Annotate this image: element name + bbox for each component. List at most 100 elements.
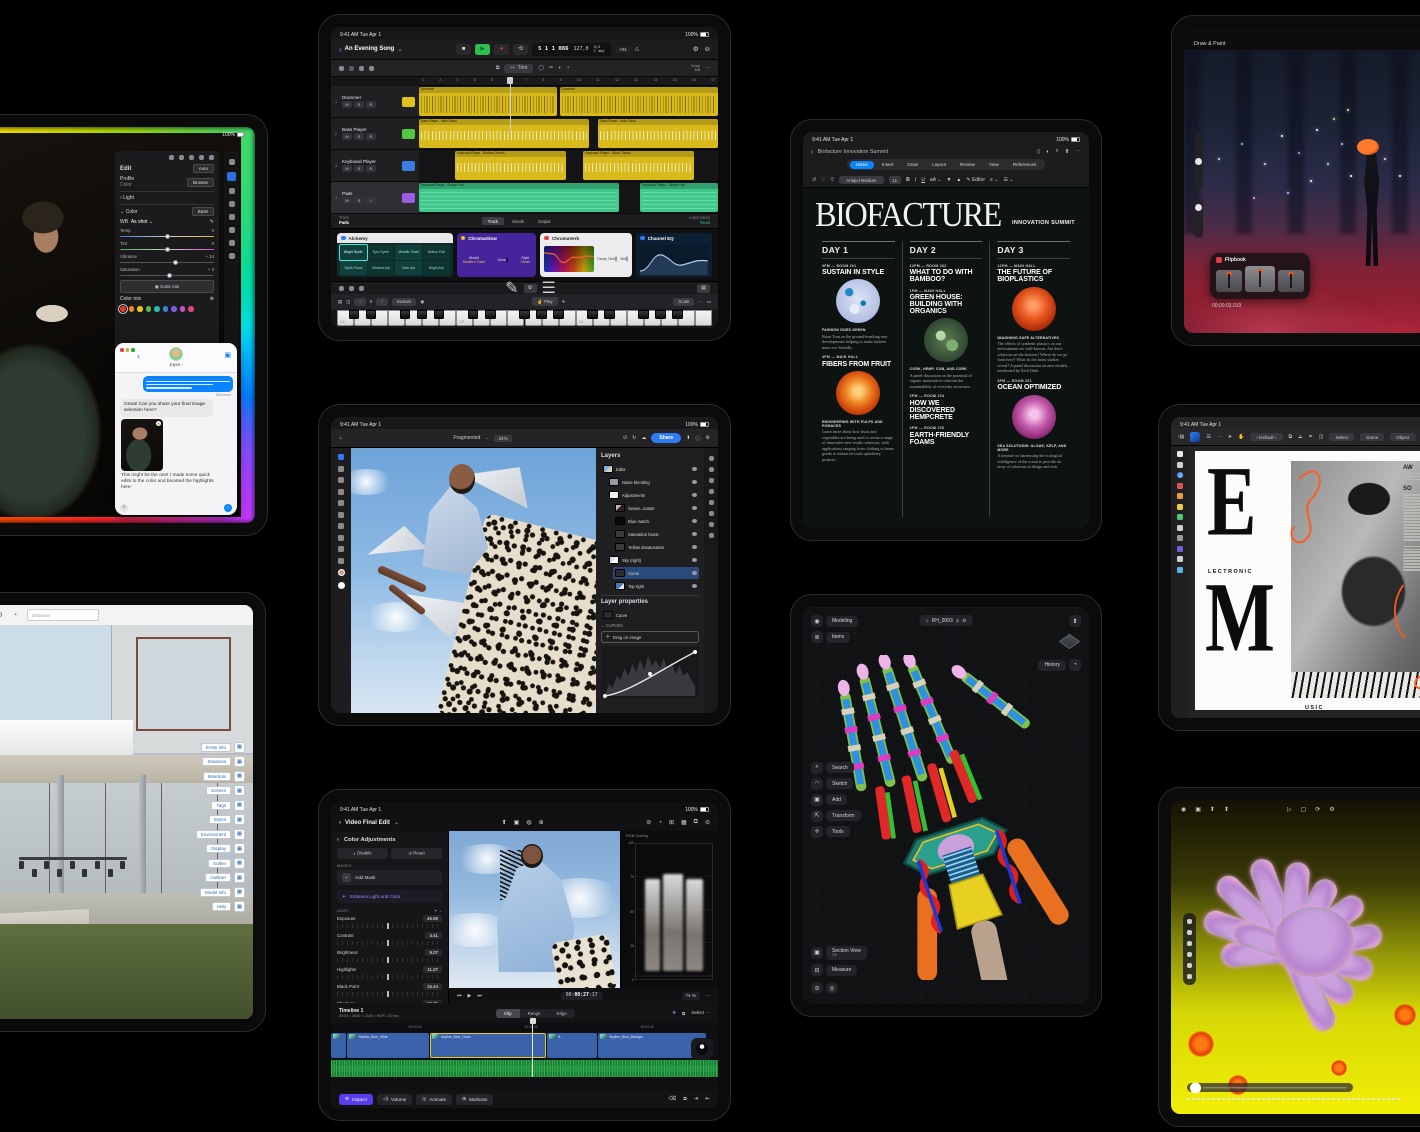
track-row-pads[interactable]: 4PadsMSR Keyboard Player - Simple Pad Ke…	[331, 182, 718, 214]
more-icon[interactable]: ⋯	[1075, 148, 1081, 155]
adjust-slider[interactable]: Vibrance+ 14	[120, 254, 214, 264]
node-tool[interactable]	[1177, 451, 1183, 457]
region[interactable]: Keyboard Player - Broken Chords	[455, 151, 566, 180]
view-icons[interactable]	[339, 66, 374, 71]
add-icon[interactable]: ▣	[811, 794, 823, 806]
transform-icon[interactable]: ⧉	[1289, 434, 1293, 440]
history-clock-icon[interactable]: ◔	[1069, 659, 1081, 671]
move-tool[interactable]	[338, 454, 344, 460]
photo-attachment[interactable]: ✕	[121, 419, 163, 471]
keyboard-view-button[interactable]: ▤	[697, 284, 710, 293]
panel-button-styles[interactable]: Styles▦	[209, 814, 245, 825]
settings-icon[interactable]: ⚙	[0, 611, 3, 619]
panel-button-environment[interactable]: Environment▦	[196, 829, 245, 840]
visibility-eye-icon[interactable]	[692, 558, 697, 562]
color-slider-contrast[interactable]: Contrast4.41	[337, 932, 442, 945]
color-dot[interactable]	[171, 306, 177, 312]
zoom-tool[interactable]	[1177, 556, 1183, 562]
color-dot[interactable]	[137, 306, 143, 312]
region[interactable]: Keyboard Player - Block Chords	[583, 151, 694, 180]
solo-button[interactable]: S	[354, 165, 364, 172]
color-mode-icon[interactable]: ◉	[811, 615, 823, 627]
reset-button[interactable]: ↺ Reset	[391, 848, 442, 859]
orbit-tool[interactable]	[1187, 952, 1192, 957]
track-row-bass[interactable]: 2Bass PlayerMSR Bass Player - Indie Disc…	[331, 118, 718, 150]
brush-opacity-slider[interactable]	[1194, 198, 1203, 238]
rotate-icon[interactable]: ◔	[566, 65, 569, 71]
preset-selector[interactable]: ‹ Default ›	[1250, 433, 1282, 441]
region[interactable]: Drummer	[419, 87, 557, 116]
redo-icon[interactable]: ↻	[632, 435, 636, 441]
animate-button[interactable]: ◎ Animate	[416, 1094, 452, 1105]
menu-icon[interactable]: ☰	[1206, 434, 1210, 440]
transform-icon[interactable]: ⇱	[811, 810, 823, 822]
info-icon[interactable]: ⓘ	[695, 435, 700, 442]
panel-icon[interactable]: ▦	[234, 858, 245, 869]
alchemy-pad[interactable]: Bright Synth	[340, 245, 367, 260]
media-icon[interactable]: ▦	[681, 819, 687, 826]
mute-button[interactable]: M	[342, 197, 352, 204]
alchemy-pad[interactable]: Bright Arp	[423, 261, 450, 276]
style-brush-icon[interactable]: ▽	[830, 177, 834, 183]
panel-button-display[interactable]: Display▦	[206, 843, 245, 854]
camera-tool[interactable]	[1187, 941, 1192, 946]
menu-add[interactable]: ▣Add	[811, 794, 861, 806]
align-icon[interactable]: ≑	[1309, 434, 1313, 440]
back-icon[interactable]: ‹	[339, 45, 342, 54]
visibility-eye-icon[interactable]	[692, 571, 697, 575]
section-view-icon[interactable]: ▣	[811, 947, 823, 959]
plugin-chromaverb[interactable]: ChromaVerb Decay Time Wet	[540, 233, 632, 277]
redo-icon[interactable]: ↻	[821, 177, 825, 183]
panel-icon[interactable]: ▦	[234, 771, 245, 782]
collapse-icon[interactable]: ▭	[707, 299, 711, 305]
play-icon[interactable]: ▶	[468, 993, 472, 999]
layer-row[interactable]: Noise blending	[607, 476, 699, 488]
piano-black-key[interactable]	[349, 310, 360, 319]
color-dot[interactable]	[163, 306, 169, 312]
drive-knob[interactable]: Drive	[498, 258, 508, 262]
panel-button-model-info[interactable]: Model Info▦	[200, 887, 245, 898]
tools-icon[interactable]: ✛	[811, 826, 823, 838]
region[interactable]: Drummer	[560, 87, 718, 116]
panel-button-shadows[interactable]: Shadows▦	[202, 756, 245, 767]
right-icon-strip[interactable]	[704, 448, 718, 713]
solo-button[interactable]: S	[354, 133, 364, 140]
color-dot[interactable]	[154, 306, 160, 312]
viewer[interactable]	[449, 831, 620, 988]
hand-tool-icon[interactable]: ✋	[1238, 434, 1244, 440]
mute-button[interactable]: M	[342, 101, 352, 108]
style-control[interactable]: StyleClean	[520, 256, 530, 264]
visibility-eye-icon[interactable]	[692, 506, 697, 510]
home-icon[interactable]: ⌂	[339, 435, 342, 441]
healing-tool[interactable]	[338, 512, 344, 518]
media-browser-icon[interactable]: ⧉	[682, 1011, 685, 1016]
color-section[interactable]: ⌄ ColorB&W	[120, 207, 214, 216]
grid-tool[interactable]	[1187, 974, 1192, 979]
menu-search[interactable]: ⌕Search	[811, 762, 861, 774]
add-mask-button[interactable]: +Add Mask	[337, 870, 442, 885]
search-icon[interactable]: ⌕	[811, 762, 823, 774]
panel-icon[interactable]: ▦	[234, 887, 245, 898]
zoom-level[interactable]: 34%	[494, 435, 511, 442]
tab-home[interactable]: Home	[850, 161, 874, 169]
tool-bar[interactable]	[331, 448, 351, 713]
same-button[interactable]: Same	[1360, 433, 1384, 441]
add-attachment-button[interactable]: +	[120, 504, 128, 512]
layer-row[interactable]: Sky (right)	[607, 554, 699, 566]
lock-icon[interactable]: ▣	[1195, 806, 1201, 813]
panel-button-materials[interactable]: Materials▦	[203, 771, 245, 782]
trash-icon[interactable]: ⌫	[669, 1096, 677, 1103]
eyedropper-tool[interactable]	[338, 558, 344, 564]
crop-tool[interactable]	[1177, 525, 1183, 531]
octave-down[interactable]: ‹	[354, 298, 365, 306]
lcd-display[interactable]: 5 1 1 086127,04/4C maj	[532, 43, 611, 56]
color-mix-dots[interactable]	[120, 306, 214, 312]
panel-button-help[interactable]: Help▦	[212, 901, 245, 912]
editor-button[interactable]: ✎ Editor	[966, 177, 985, 183]
minimize-icon[interactable]: ⊖	[705, 819, 710, 826]
move-tool[interactable]	[1177, 462, 1183, 468]
render-viewport[interactable]	[1171, 800, 1420, 1114]
text-style-button[interactable]: aA ⌄	[930, 177, 941, 183]
import-icon[interactable]: ⬆	[502, 819, 507, 826]
alchemy-pad[interactable]: Metallic Swell	[395, 245, 422, 260]
